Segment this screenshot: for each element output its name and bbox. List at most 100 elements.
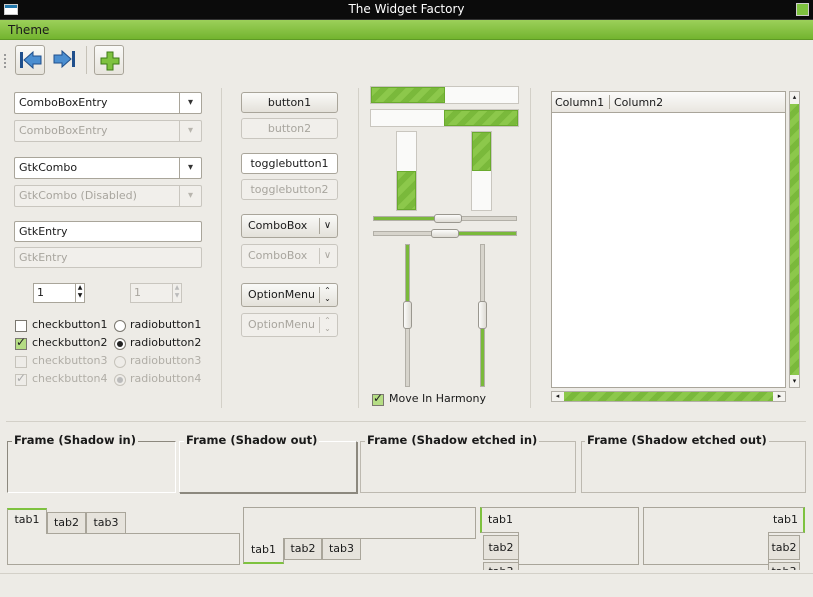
menu-bar: Theme <box>0 20 813 40</box>
hscale-2[interactable] <box>373 229 517 238</box>
togglebutton1[interactable]: togglebutton1 <box>241 153 338 174</box>
vscrollbar-thumb[interactable] <box>790 104 799 375</box>
checkbutton1-label[interactable]: checkbutton1 <box>32 318 108 331</box>
move-in-harmony-checkbox[interactable] <box>372 391 384 406</box>
notebook-right-tab3-label: tab3 <box>771 565 796 570</box>
column-separator <box>221 88 222 408</box>
notebook-bottom-tab2[interactable]: tab2 <box>284 538 322 560</box>
scroll-right-icon[interactable]: ▸ <box>774 392 785 401</box>
optionmenu-1-text: OptionMenu <box>248 288 315 301</box>
combobox-1-text: ComboBox <box>248 219 308 232</box>
gtkcombo-2: GtkCombo (Disabled) ▾ <box>14 185 202 207</box>
title-bar: The Widget Factory <box>0 0 813 20</box>
notebook-right-tab3[interactable]: tab3 <box>768 562 800 570</box>
gtkentry-2: GtkEntry <box>14 247 202 268</box>
notebook-right-tab2[interactable]: tab2 <box>768 535 800 560</box>
notebook-top-tab1[interactable]: tab1 <box>7 508 47 534</box>
chevron-down-icon: ∨ <box>319 218 335 234</box>
radiobutton1-circle[interactable] <box>114 320 126 332</box>
notebook-left-tab2[interactable]: tab2 <box>483 535 519 560</box>
checkbutton3-label: checkbutton3 <box>32 354 108 367</box>
scroll-down-icon[interactable]: ▾ <box>790 376 799 387</box>
notebook-right-tab1[interactable]: tab1 <box>768 507 805 533</box>
treeview-header: Column1 Column2 <box>552 92 785 113</box>
move-in-harmony-label[interactable]: Move In Harmony <box>389 392 486 405</box>
radiobutton2-circle[interactable] <box>114 338 126 350</box>
comboboxentry-1[interactable]: ComboBoxEntry ▾ <box>14 92 202 114</box>
comboboxentry-2-text: ComboBoxEntry <box>19 124 108 137</box>
window-menu-icon[interactable] <box>4 4 18 15</box>
updown-icon: ⌃ ⌄ <box>319 317 335 333</box>
combobox-2: ComboBox ∨ <box>241 244 338 268</box>
notebook-left-tab1[interactable]: tab1 <box>480 507 519 533</box>
chevron-down-icon: ∨ <box>319 248 335 264</box>
add-button[interactable] <box>94 45 124 75</box>
hscale-1-handle[interactable] <box>434 214 462 223</box>
comboboxentry-1-text: ComboBoxEntry <box>19 96 108 109</box>
button2: button2 <box>241 118 338 139</box>
checkbutton2-box[interactable] <box>15 335 27 350</box>
maximize-button[interactable] <box>796 3 809 16</box>
hscale-2-handle[interactable] <box>431 229 459 238</box>
progressbar-v2-fill <box>472 132 491 171</box>
hscale-1[interactable] <box>373 214 517 223</box>
chevron-down-icon[interactable]: ▾ <box>179 93 201 113</box>
radiobutton4-label: radiobutton4 <box>130 372 202 385</box>
vscale-1-handle[interactable] <box>403 301 412 329</box>
column-separator <box>530 88 531 408</box>
notebook-left-tab3-label: tab3 <box>488 565 513 570</box>
notebook-top-pane <box>7 533 240 565</box>
window-title: The Widget Factory <box>348 2 465 16</box>
progressbar-h2 <box>370 109 519 127</box>
combobox-1[interactable]: ComboBox ∨ <box>241 214 338 238</box>
notebook-bottom-tab3[interactable]: tab3 <box>322 538 361 560</box>
notebook-left-tab3[interactable]: tab3 <box>483 562 519 570</box>
treeview-hscrollbar[interactable]: ◂ ▸ <box>551 391 786 402</box>
forward-button[interactable] <box>49 45 79 75</box>
treeview[interactable]: Column1 Column2 <box>551 91 786 388</box>
notebook-top-tab2[interactable]: tab2 <box>47 512 86 534</box>
optionmenu-2: OptionMenu ⌃ ⌄ <box>241 313 338 337</box>
spin-arrows-icon[interactable]: ▲ ▼ <box>75 284 84 302</box>
radiobutton1-label[interactable]: radiobutton1 <box>130 318 201 331</box>
gtkcombo-1[interactable]: GtkCombo ▾ <box>14 157 202 179</box>
scroll-left-icon[interactable]: ◂ <box>552 392 563 401</box>
horizontal-separator <box>6 421 806 422</box>
notebook-bottom-tab1[interactable]: tab1 <box>243 538 284 564</box>
column1-header[interactable]: Column1 <box>555 96 604 109</box>
button1[interactable]: button1 <box>241 92 338 113</box>
column2-header[interactable]: Column2 <box>614 96 663 109</box>
treeview-vscrollbar[interactable]: ▴ ▾ <box>789 91 800 388</box>
hscrollbar-thumb[interactable] <box>564 392 773 401</box>
frame-shadow-out-title: Frame (Shadow out) <box>184 433 320 447</box>
statusbar-separator <box>0 573 813 574</box>
frame-shadow-etched-out <box>581 441 806 493</box>
optionmenu-2-text: OptionMenu <box>248 318 315 331</box>
frame-shadow-etched-out-title: Frame (Shadow etched out) <box>585 433 769 447</box>
back-button[interactable] <box>15 45 45 75</box>
vscale-2-handle[interactable] <box>478 301 487 329</box>
gtkentry-1[interactable]: GtkEntry <box>14 221 202 242</box>
toolbar-grip[interactable] <box>4 54 7 68</box>
optionmenu-1[interactable]: OptionMenu ⌃ ⌄ <box>241 283 338 307</box>
radiobutton3-circle <box>114 356 126 368</box>
vscale-1[interactable] <box>403 244 412 387</box>
checkbutton1-box[interactable] <box>15 320 27 332</box>
notebook-bottom-pane <box>243 507 476 539</box>
combobox-2-text: ComboBox <box>248 249 308 262</box>
frame-shadow-out <box>179 441 357 493</box>
vscale-2[interactable] <box>478 244 487 387</box>
progressbar-h1-fill <box>371 87 445 103</box>
spinbutton-1[interactable]: 1 ▲ ▼ <box>33 283 85 303</box>
notebook-top-tab3[interactable]: tab3 <box>86 512 126 534</box>
toolbar <box>0 41 813 79</box>
menu-theme[interactable]: Theme <box>8 23 49 37</box>
scroll-up-icon[interactable]: ▴ <box>790 92 799 103</box>
comboboxentry-2: ComboBoxEntry ▾ <box>14 120 202 142</box>
chevron-down-icon[interactable]: ▾ <box>179 158 201 178</box>
checkbutton2-label[interactable]: checkbutton2 <box>32 336 108 349</box>
checkbutton4-label: checkbutton4 <box>32 372 108 385</box>
progressbar-h2-fill <box>444 110 518 126</box>
frame-shadow-etched-in <box>360 441 576 493</box>
radiobutton2-label[interactable]: radiobutton2 <box>130 336 201 349</box>
